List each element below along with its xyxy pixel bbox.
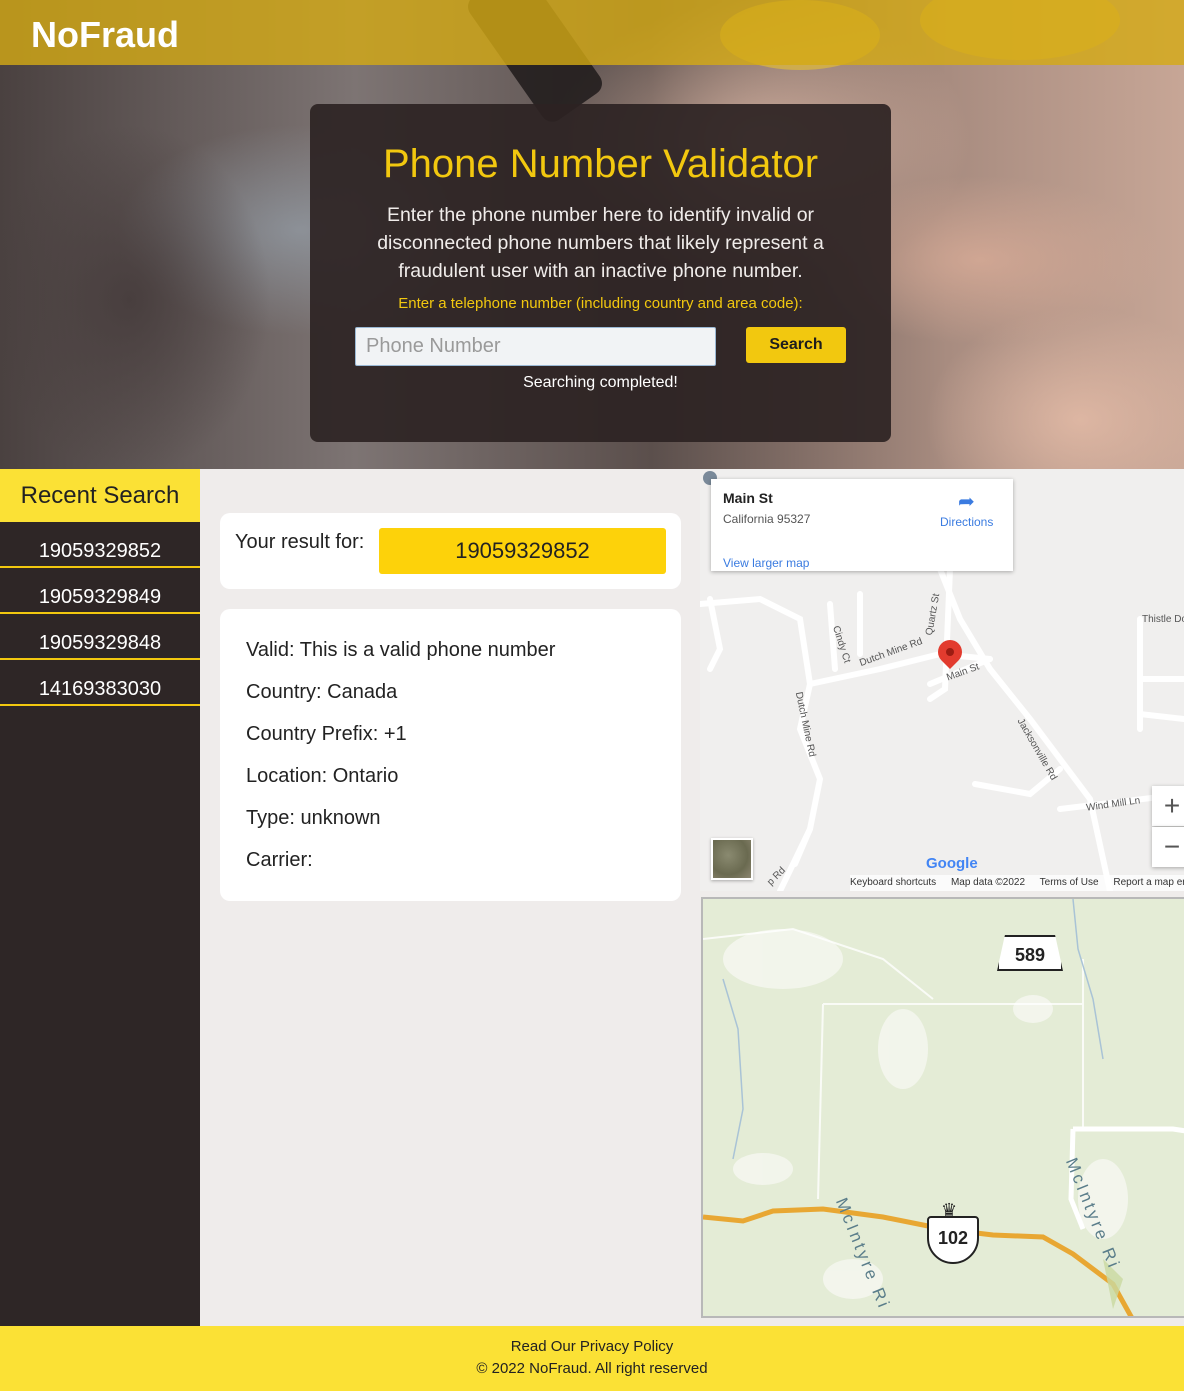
zoom-in-button[interactable]: +: [1152, 786, 1184, 826]
detail-country: Country: Canada: [246, 681, 398, 703]
result-details: Valid: This is a valid phone number Coun…: [220, 609, 681, 901]
validator-description: Enter the phone number here to identify …: [377, 204, 824, 282]
recent-search-item[interactable]: 19059329849: [0, 568, 200, 614]
detail-valid: Valid: This is a valid phone number: [246, 639, 556, 661]
directions-link[interactable]: Directions: [940, 515, 993, 529]
detail-location: Location: Ontario: [246, 765, 399, 787]
logo[interactable]: NoFraud: [31, 14, 179, 56]
validator-card: Phone Number Validator Enter the phone n…: [310, 104, 891, 442]
page-title: Phone Number Validator: [382, 142, 819, 186]
phone-number-input[interactable]: [355, 327, 716, 366]
privacy-policy-link[interactable]: Read Our Privacy Policy: [0, 1338, 1184, 1355]
satellite-toggle[interactable]: [711, 838, 753, 880]
result-number: 19059329852: [379, 528, 666, 574]
result-header: Your result for: 19059329852: [220, 513, 681, 589]
detail-type: Type: unknown: [246, 807, 381, 829]
place-address: California 95327: [723, 512, 811, 526]
search-status: Searching completed!: [523, 374, 678, 391]
topo-map[interactable]: 589 ♛ 102 McIntyre Ri McIntyre Ri: [701, 897, 1184, 1318]
detail-carrier: Carrier:: [246, 849, 313, 871]
recent-search-item[interactable]: 19059329848: [0, 614, 200, 660]
google-logo: Google: [926, 855, 978, 872]
result-label: Your result for:: [235, 531, 365, 553]
place-title: Main St: [723, 490, 773, 506]
map-place-card: Main St California 95327 View larger map…: [711, 479, 1013, 571]
street-label: Thistle Do: [1142, 614, 1184, 625]
directions-icon[interactable]: ➦: [958, 489, 975, 514]
recent-search-item[interactable]: 14169383030: [0, 660, 200, 706]
input-hint: Enter a telephone number (including coun…: [398, 295, 803, 312]
google-map[interactable]: Thistle Do Cindy Ct Dutch Mine Rd Quartz…: [700, 469, 1184, 891]
terms-link[interactable]: Terms of Use: [1040, 877, 1099, 888]
map-footer: Keyboard shortcuts Map data ©2022 Terms …: [850, 875, 1184, 891]
map-data-text: Map data ©2022: [950, 877, 1026, 888]
highway-589-shield: 589: [997, 935, 1063, 971]
copyright-text: © 2022 NoFraud. All right reserved: [476, 1360, 708, 1377]
zoom-out-button[interactable]: −: [1152, 827, 1184, 867]
page-footer: Read Our Privacy Policy © 2022 NoFraud. …: [0, 1326, 1184, 1391]
report-map-error-link[interactable]: Report a map er: [1113, 877, 1184, 888]
recent-search-item[interactable]: 19059329852: [0, 522, 200, 568]
detail-country-prefix: Country Prefix: +1: [246, 723, 407, 745]
top-navbar: NoFraud: [0, 0, 1184, 65]
keyboard-shortcuts-link[interactable]: Keyboard shortcuts: [850, 877, 936, 888]
search-button[interactable]: Search: [746, 327, 846, 363]
recent-search-sidebar: Recent Search 19059329852 19059329849 19…: [0, 469, 200, 1326]
recent-search-title: Recent Search: [0, 469, 200, 522]
view-larger-map-link[interactable]: View larger map: [723, 556, 809, 570]
